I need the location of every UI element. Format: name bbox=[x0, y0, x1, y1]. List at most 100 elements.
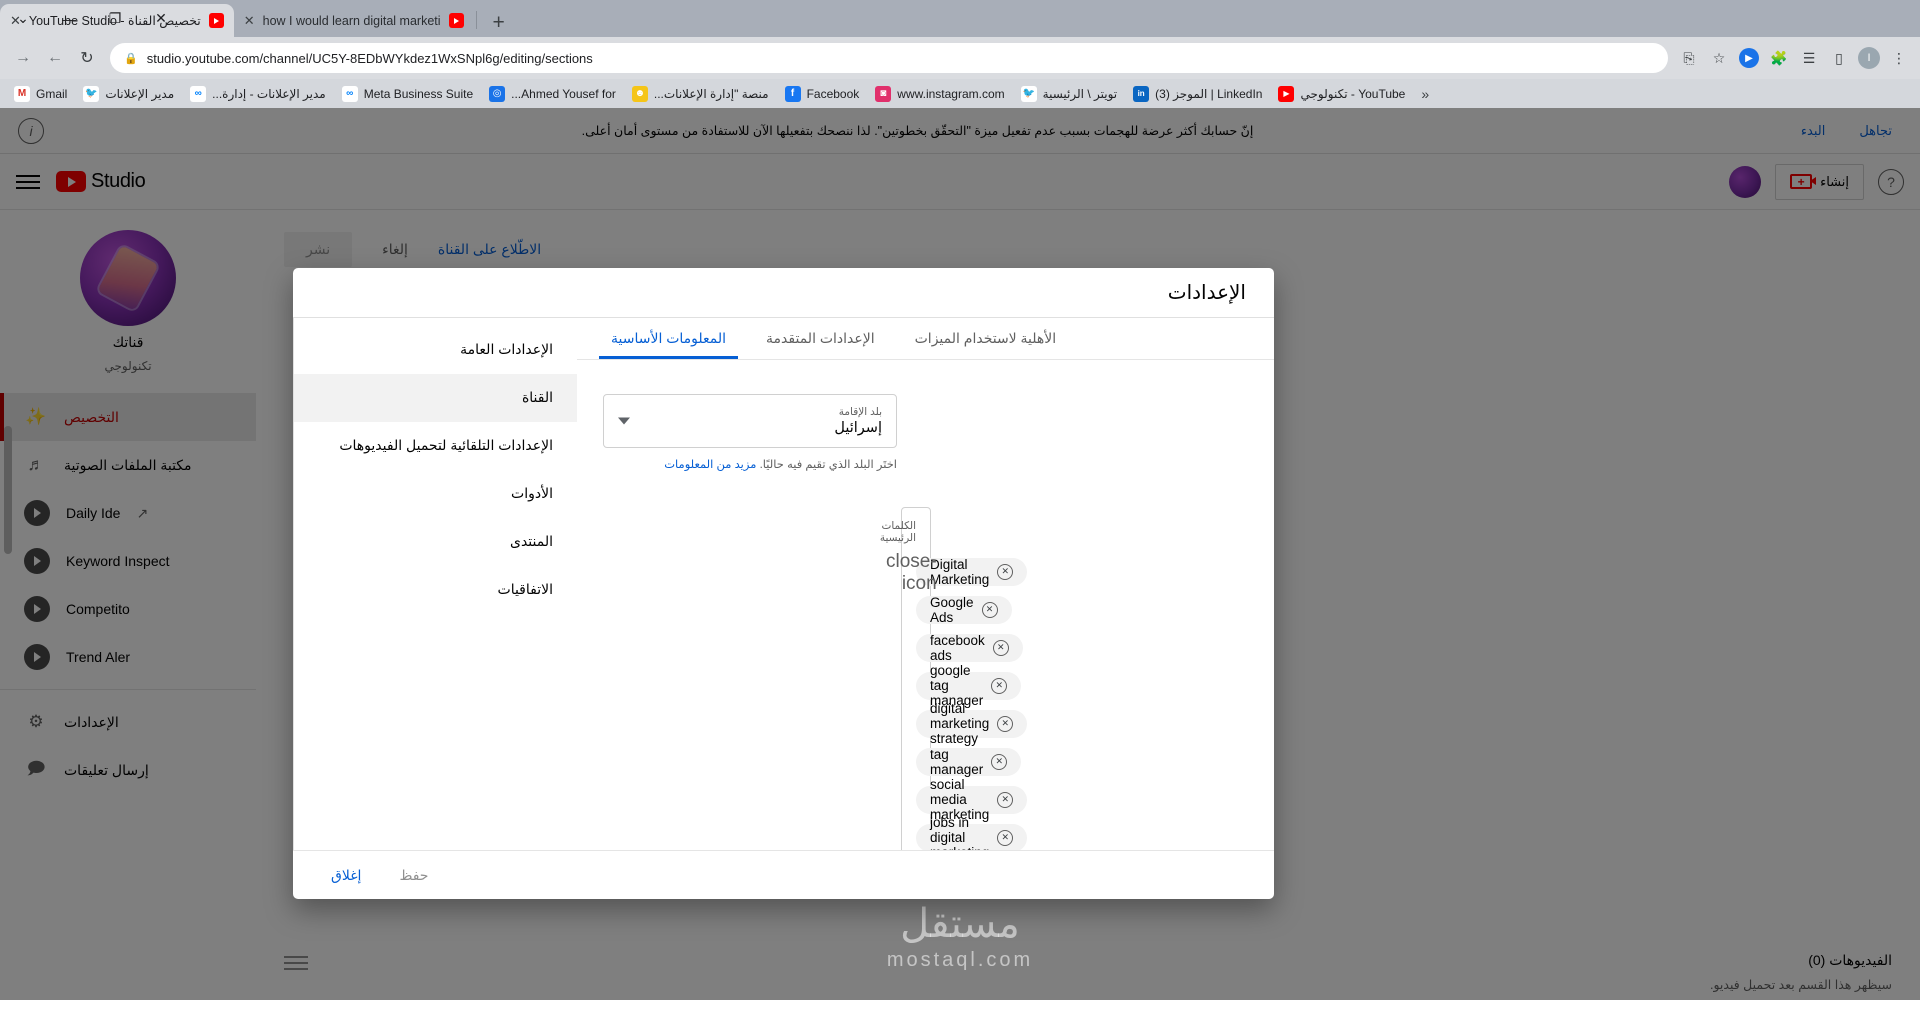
watermark: مستقل mostaql.com bbox=[887, 901, 1033, 972]
country-field-wrapper: بلد الإقامة إسرائيل اختَر البلد الذي تقي… bbox=[603, 393, 897, 471]
tab-basic-info[interactable]: المعلومات الأساسية bbox=[598, 318, 739, 359]
tab-divider bbox=[475, 11, 477, 29]
chip-remove-icon[interactable]: ✕ bbox=[991, 753, 1008, 770]
keyword-chip-label: Digital Marketing bbox=[930, 556, 990, 587]
share-icon[interactable]: ⎘ bbox=[1676, 45, 1702, 71]
window-controls: ✕ ❐ — ⌄ bbox=[0, 0, 184, 37]
keywords-field-wrapper: close-icon الكلمات الرئيسية ✕ Digital Ma… bbox=[880, 506, 1028, 851]
chip-remove-icon[interactable]: ✕ bbox=[997, 791, 1014, 808]
linkedin-icon: in bbox=[1133, 85, 1150, 102]
watermark-line1: مستقل bbox=[900, 902, 1020, 946]
bookmark-label: منصة "إدارة الإعلانات... bbox=[653, 86, 769, 101]
keyword-chip[interactable]: ✕ jobs in digital marketing bbox=[916, 815, 1028, 851]
country-label: بلد الإقامة bbox=[838, 405, 882, 418]
dialog-nav-tools[interactable]: الأدوات bbox=[294, 470, 577, 518]
forward-button[interactable]: → bbox=[8, 43, 38, 73]
menu-dots-icon[interactable]: ⋮ bbox=[1886, 45, 1912, 71]
url-text: studio.youtube.com/channel/UC5Y-8EDbWYkd… bbox=[146, 50, 593, 66]
dialog-nav-channel[interactable]: القناة bbox=[294, 373, 577, 422]
chip-remove-icon[interactable]: ✕ bbox=[992, 639, 1009, 656]
dialog-nav: الإعدادات العامة القناة الإعدادات التلقا… bbox=[293, 317, 577, 851]
bookmark-item[interactable]: ☻ منصة "إدارة الإعلانات... bbox=[624, 85, 777, 102]
reading-list-icon[interactable]: ▯ bbox=[1826, 45, 1852, 71]
tab-feature-eligibility[interactable]: الأهلية لاستخدام الميزات bbox=[909, 318, 1063, 359]
dialog-tabs: المعلومات الأساسية الإعدادات المتقدمة ال… bbox=[577, 318, 1274, 360]
facebook-icon: f bbox=[784, 85, 801, 102]
keyword-chip[interactable]: ✕ tag manager bbox=[916, 746, 1022, 777]
bookmark-item[interactable]: f Facebook bbox=[777, 85, 868, 102]
bookmark-label: Meta Business Suite bbox=[363, 86, 474, 101]
dialog-save-button[interactable]: حفظ bbox=[389, 859, 438, 892]
bookmark-item[interactable]: ∞ Meta Business Suite bbox=[334, 85, 481, 102]
bookmark-item[interactable]: ◎ Ahmed Yousef for... bbox=[481, 85, 624, 102]
keyword-chip[interactable]: ✕ Google Ads bbox=[916, 594, 1012, 625]
back-button[interactable]: ← bbox=[40, 43, 70, 73]
dialog-close-button[interactable]: إغلاق bbox=[321, 859, 371, 892]
keyword-chip-label: facebook ads bbox=[930, 632, 985, 663]
keyword-chip[interactable]: ✕ google tag manager bbox=[916, 663, 1022, 708]
tab-advanced-settings[interactable]: الإعدادات المتقدمة bbox=[760, 318, 881, 359]
window-close-button[interactable]: ✕ bbox=[138, 0, 184, 37]
bookmark-item[interactable]: M Gmail bbox=[6, 85, 75, 102]
bookmark-item[interactable]: ∞ مدير الإعلانات - إدارة... bbox=[182, 85, 334, 102]
bookmark-label: LinkedIn | الموجز (3) bbox=[1155, 86, 1263, 101]
chip-remove-icon[interactable]: ✕ bbox=[991, 677, 1008, 694]
country-help-link[interactable]: مزيد من المعلومات bbox=[664, 459, 756, 471]
reload-button[interactable]: ↻ bbox=[72, 43, 102, 73]
tab-close-icon[interactable]: ✕ bbox=[244, 13, 255, 29]
browser-window: ✕ ❐ — ⌄ تخصيص القناة - YouTube Studio ✕ … bbox=[0, 0, 1920, 1030]
dialog-main: الإعدادات العامة القناة الإعدادات التلقا… bbox=[293, 316, 1274, 851]
youtube-icon bbox=[208, 13, 224, 28]
chip-remove-icon[interactable]: ✕ bbox=[997, 715, 1014, 732]
dialog-nav-upload-defaults[interactable]: الإعدادات التلقائية لتحميل الفيديوهات bbox=[294, 422, 577, 470]
dialog-panel: المعلومات الأساسية الإعدادات المتقدمة ال… bbox=[577, 318, 1274, 851]
window-restore-button[interactable]: ❐ bbox=[92, 0, 138, 37]
bookmark-star-icon[interactable]: ☆ bbox=[1706, 45, 1732, 71]
dialog-nav-general[interactable]: الإعدادات العامة bbox=[294, 326, 577, 374]
lists-icon[interactable]: ☰ bbox=[1796, 45, 1822, 71]
bookmarks-overflow-button[interactable]: « bbox=[1413, 86, 1437, 102]
country-help: اختَر البلد الذي تقيم فيه حاليًا. مزيد م… bbox=[603, 457, 897, 471]
bookmark-label: Facebook bbox=[806, 86, 860, 101]
lock-icon: 🔒 bbox=[124, 52, 138, 65]
bookmark-item[interactable]: ◙ www.instagram.com bbox=[867, 85, 1012, 102]
keyword-chip[interactable]: ✕ digital marketing strategy bbox=[916, 701, 1028, 746]
dialog-form: بلد الإقامة إسرائيل اختَر البلد الذي تقي… bbox=[577, 360, 1274, 851]
youtube-icon bbox=[448, 13, 464, 28]
twitter-icon: 🐦 bbox=[83, 85, 100, 102]
chip-remove-icon[interactable]: ✕ bbox=[997, 829, 1014, 846]
bookmark-label: مدير الإعلانات bbox=[105, 86, 175, 101]
twitter-icon: 🐦 bbox=[1020, 85, 1037, 102]
ads-manager-icon: ☻ bbox=[631, 85, 648, 102]
chip-remove-icon[interactable]: ✕ bbox=[997, 563, 1014, 580]
profile-avatar[interactable]: I bbox=[1856, 45, 1882, 71]
keyword-chip-label: jobs in digital marketing bbox=[930, 815, 989, 850]
country-select[interactable]: بلد الإقامة إسرائيل bbox=[603, 393, 897, 448]
country-value: إسرائيل bbox=[834, 419, 882, 436]
window-menu-button[interactable]: ⌄ bbox=[0, 0, 46, 37]
keyword-chip-label: tag manager bbox=[930, 746, 984, 777]
browser-tab-inactive[interactable]: how I would learn digital marketi ✕ bbox=[234, 4, 474, 37]
new-tab-button[interactable]: + bbox=[479, 12, 519, 37]
bookmark-item[interactable]: 🐦 تويتر \ الرئيسية bbox=[1013, 85, 1125, 102]
keyword-chip[interactable]: ✕ facebook ads bbox=[916, 632, 1023, 663]
omnibox-toolbar: → ← ↻ 🔒 studio.youtube.com/channel/UC5Y-… bbox=[0, 37, 1920, 79]
keyword-chip-label: Google Ads bbox=[930, 594, 974, 625]
bookmark-item[interactable]: ▶ YouTube - تكنولوجي bbox=[1270, 85, 1413, 102]
close-icon[interactable]: close-icon bbox=[886, 551, 937, 595]
bookmark-label: YouTube - تكنولوجي bbox=[1300, 86, 1406, 101]
bookmark-item[interactable]: 🐦 مدير الإعلانات bbox=[75, 85, 182, 102]
extensions-icon[interactable]: 🧩 bbox=[1766, 45, 1792, 71]
keyword-chip[interactable]: ✕ social media marketing bbox=[916, 777, 1028, 822]
bookmark-label: مدير الإعلانات - إدارة... bbox=[212, 86, 326, 101]
dialog-nav-community[interactable]: المنتدى bbox=[294, 518, 577, 566]
bookmark-item[interactable]: in LinkedIn | الموجز (3) bbox=[1125, 85, 1270, 102]
dialog-nav-agreements[interactable]: الاتفاقيات bbox=[294, 566, 577, 614]
window-minimize-button[interactable]: — bbox=[46, 0, 92, 37]
bookmark-label: تويتر \ الرئيسية bbox=[1042, 86, 1118, 101]
media-icon[interactable]: ▶ bbox=[1736, 45, 1762, 71]
page-content: i إنّ حسابك أكثر عرضة للهجمات بسبب عدم ت… bbox=[0, 108, 1920, 1000]
country-help-text: اختَر البلد الذي تقيم فيه حاليًا. bbox=[759, 458, 897, 471]
chip-remove-icon[interactable]: ✕ bbox=[981, 601, 998, 618]
address-bar[interactable]: 🔒 studio.youtube.com/channel/UC5Y-8EDbWY… bbox=[110, 43, 1668, 73]
